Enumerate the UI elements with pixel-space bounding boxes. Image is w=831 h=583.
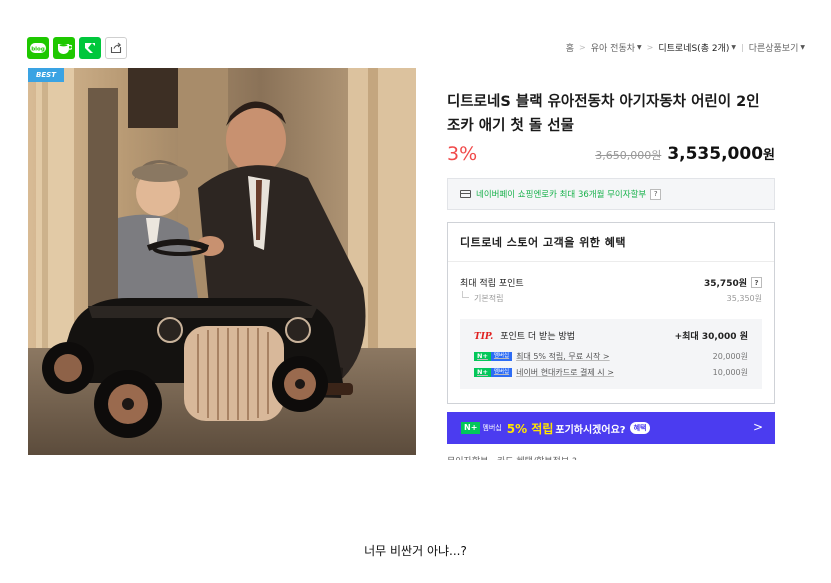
original-price: 3,650,000원 <box>595 149 662 162</box>
chevron-right-icon: > <box>752 420 763 434</box>
product-image[interactable]: BEST <box>28 68 416 455</box>
base-points-label: 기본적립 <box>474 294 504 303</box>
blog-icon[interactable]: blog <box>27 37 49 59</box>
discount-rate: 3% <box>447 143 478 165</box>
best-badge: BEST <box>28 68 64 82</box>
page: blog 홈 > 유아 전동차 ▼ > 디트로네S(총 2개) ▼ | 다른상품… <box>0 0 831 583</box>
kakao-icon[interactable] <box>79 37 101 59</box>
membership-banner[interactable]: N+ 멤버십 5% 적립 포기하시겠어요? 혜택 > <box>447 412 775 444</box>
product-photo <box>28 68 416 455</box>
tip-row-hyundai-card[interactable]: N+ 멤버십 네이버 현대카드로 결제 시 > 10,000원 <box>474 367 748 378</box>
breadcrumb-home[interactable]: 홈 <box>566 41 574 54</box>
tip-row-text[interactable]: 최대 5% 적립, 무료 시작 > <box>516 351 610 362</box>
tip-row-text[interactable]: 네이버 현대카드로 결제 시 > <box>516 367 614 378</box>
chevron-right-icon: > <box>646 43 654 52</box>
currency: 원 <box>763 148 775 163</box>
naver-plus-badge: N+ 멤버십 <box>474 368 513 377</box>
naver-plus-badge: N+ <box>461 422 481 434</box>
credit-card-icon <box>460 190 471 198</box>
tip-row-amount: 20,000원 <box>712 352 748 361</box>
membership-label: 멤버십 <box>482 424 502 432</box>
sale-price: 3,535,000 <box>667 144 764 164</box>
breadcrumb-store[interactable]: 디트로네S(총 2개) <box>658 41 729 54</box>
tip-label: TIP. <box>474 332 494 342</box>
tip-row-amount: 10,000원 <box>712 368 748 377</box>
tip-text: 포인트 더 받는 방법 <box>500 332 576 342</box>
max-points-value: 35,750원 <box>703 279 747 289</box>
npay-installment-box[interactable]: 네이버페이 쇼핑엔로카 최대 36개월 무이자할부 ? <box>447 178 775 210</box>
tree-elbow-icon <box>462 291 469 298</box>
price: 3,650,000원 3,535,000원 <box>595 144 775 164</box>
svg-text:blog: blog <box>31 47 45 53</box>
banner-text: 포기하시겠어요? <box>555 424 626 436</box>
top-toolbar: blog 홈 > 유아 전동차 ▼ > 디트로네S(총 2개) ▼ | 다른상품… <box>27 37 805 61</box>
tip-row-membership[interactable]: N+ 멤버십 최대 5% 적립, 무료 시작 > 20,000원 <box>474 351 748 362</box>
tip-box: TIP. 포인트 더 받는 방법 +최대 30,000 원 N+ 멤버십 최대 5… <box>460 319 762 389</box>
cut-off-text: 무이자할부 · 카드 혜택/할부정보 ? <box>447 454 577 460</box>
help-icon[interactable]: ? <box>751 277 762 288</box>
benefit-box: 디트로네 스토어 고객을 위한 혜택 최대 적립 포인트 35,750원 ? 기… <box>447 222 775 404</box>
more-products-link[interactable]: 다른상품보기 <box>749 41 799 54</box>
chevron-right-icon: > <box>579 43 586 52</box>
caret-down-icon: ▼ <box>637 44 642 51</box>
npay-installment-text: 네이버페이 쇼핑엔로카 최대 36개월 무이자할부 <box>476 190 647 200</box>
cafe-icon[interactable] <box>53 37 75 59</box>
banner-pill: 혜택 <box>629 422 651 434</box>
max-points-label: 최대 적립 포인트 <box>460 279 524 289</box>
divider <box>448 261 774 262</box>
help-icon[interactable]: ? <box>650 188 662 200</box>
max-points-row: 최대 적립 포인트 35,750원 ? <box>460 276 762 289</box>
share-icons: blog <box>27 37 127 59</box>
breadcrumb-category[interactable]: 유아 전동차 <box>591 41 635 54</box>
base-points-row: 기본적립 35,350원 <box>460 291 762 304</box>
product-title: 디트로네S 블랙 유아전동차 아기자동차 어린이 2인 조카 애기 첫 돌 선물 <box>447 94 760 134</box>
tip-max: +최대 30,000 원 <box>674 332 748 342</box>
caption: 너무 비싼거 아냐...? <box>364 544 467 558</box>
share-icon[interactable] <box>105 37 127 59</box>
caret-down-icon: ▼ <box>800 44 805 51</box>
tip-header: TIP. 포인트 더 받는 방법 +최대 30,000 원 <box>474 329 748 342</box>
caret-down-icon: ▼ <box>731 44 736 51</box>
naver-plus-badge: N+ 멤버십 <box>474 352 513 361</box>
breadcrumb: 홈 > 유아 전동차 ▼ > 디트로네S(총 2개) ▼ | 다른상품보기 ▼ <box>566 41 805 54</box>
divider: | <box>740 43 744 52</box>
base-points-value: 35,350원 <box>726 294 762 303</box>
banner-highlight: 5% 적립 <box>506 421 554 436</box>
benefit-title: 디트로네 스토어 고객을 위한 혜택 <box>460 236 626 249</box>
